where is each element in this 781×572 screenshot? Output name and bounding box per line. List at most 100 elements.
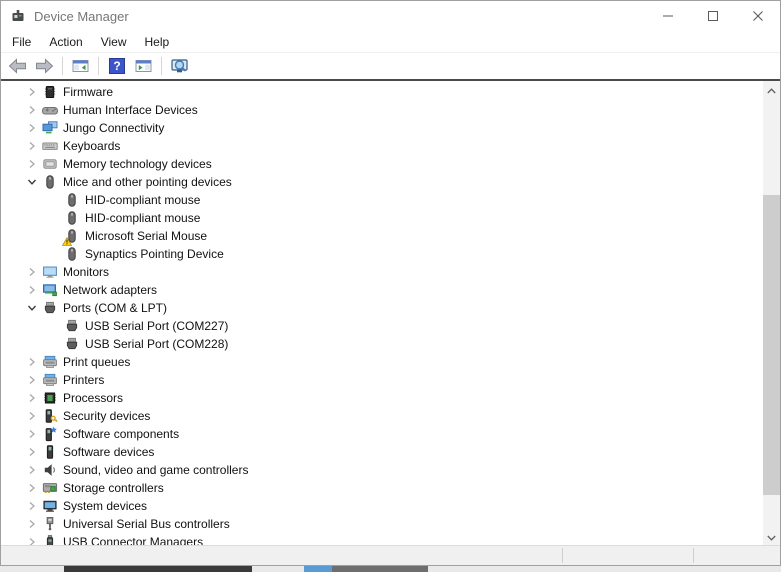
- chevron-collapsed-icon[interactable]: [23, 137, 41, 155]
- chevron-collapsed-icon[interactable]: [23, 515, 41, 533]
- show-action-pane-icon[interactable]: [130, 54, 157, 78]
- chevron-collapsed-icon[interactable]: [23, 533, 41, 545]
- tree-item[interactable]: Software devices: [1, 443, 763, 461]
- tree-item[interactable]: HID-compliant mouse: [1, 191, 763, 209]
- chevron-collapsed-icon[interactable]: [23, 425, 41, 443]
- tree-item-label: Network adapters: [63, 283, 157, 297]
- tree-item[interactable]: Security devices: [1, 407, 763, 425]
- menu-file[interactable]: File: [3, 32, 40, 52]
- tree-item[interactable]: Storage controllers: [1, 479, 763, 497]
- toolbar-separator: [98, 57, 99, 75]
- vertical-scrollbar[interactable]: [763, 81, 780, 545]
- speaker-icon: [41, 462, 59, 478]
- chevron-collapsed-icon[interactable]: [23, 263, 41, 281]
- minimize-button[interactable]: [645, 1, 690, 31]
- mouse-icon: [63, 228, 81, 244]
- chevron-collapsed-icon[interactable]: [23, 461, 41, 479]
- back-icon[interactable]: [4, 54, 31, 78]
- chevron-collapsed-icon[interactable]: [23, 443, 41, 461]
- chevron-collapsed-icon[interactable]: [23, 479, 41, 497]
- tree-item[interactable]: Monitors: [1, 263, 763, 281]
- chevron-collapsed-icon[interactable]: [23, 407, 41, 425]
- chevron-collapsed-icon[interactable]: [23, 281, 41, 299]
- tree-item[interactable]: Software components: [1, 425, 763, 443]
- computer-icon: [41, 498, 59, 514]
- titlebar[interactable]: Device Manager: [1, 1, 780, 31]
- tree-item-label: Printers: [63, 373, 104, 387]
- tree-item[interactable]: Synaptics Pointing Device: [1, 245, 763, 263]
- tree-item-label: Software devices: [63, 445, 154, 459]
- tree-item-label: Human Interface Devices: [63, 103, 198, 117]
- maximize-button[interactable]: [690, 1, 735, 31]
- background-window-fragment: [304, 566, 332, 572]
- chevron-spacer: [45, 317, 63, 335]
- forward-icon[interactable]: [31, 54, 58, 78]
- tree-item-label: Monitors: [63, 265, 109, 279]
- chevron-collapsed-icon[interactable]: [23, 155, 41, 173]
- chevron-expanded-icon[interactable]: [23, 173, 41, 191]
- background-window-fragment: [64, 566, 252, 572]
- tree-item[interactable]: USB Serial Port (COM227): [1, 317, 763, 335]
- tree-item[interactable]: Memory technology devices: [1, 155, 763, 173]
- serial-port-icon: [41, 300, 59, 316]
- tree-item[interactable]: Microsoft Serial Mouse: [1, 227, 763, 245]
- scan-hardware-changes-icon[interactable]: [166, 54, 193, 78]
- memory-card-icon: [41, 156, 59, 172]
- chevron-expanded-icon[interactable]: [23, 299, 41, 317]
- scrollbar-thumb[interactable]: [763, 195, 780, 495]
- chevron-collapsed-icon[interactable]: [23, 353, 41, 371]
- chevron-collapsed-icon[interactable]: [23, 83, 41, 101]
- scroll-up-button[interactable]: [763, 81, 780, 98]
- tree-item[interactable]: Printers: [1, 371, 763, 389]
- close-button[interactable]: [735, 1, 780, 31]
- minimize-icon: [663, 9, 673, 24]
- tree-item[interactable]: Universal Serial Bus controllers: [1, 515, 763, 533]
- tree-item-label: USB Serial Port (COM228): [85, 337, 228, 351]
- tree-item[interactable]: Ports (COM & LPT): [1, 299, 763, 317]
- tree-item-label: Ports (COM & LPT): [63, 301, 167, 315]
- show-console-tree-icon[interactable]: [67, 54, 94, 78]
- usb-device-icon: [41, 534, 59, 545]
- tree-item-label: System devices: [63, 499, 147, 513]
- chevron-collapsed-icon[interactable]: [23, 497, 41, 515]
- tree-item[interactable]: Jungo Connectivity: [1, 119, 763, 137]
- tree-item[interactable]: USB Serial Port (COM228): [1, 335, 763, 353]
- tree-item[interactable]: Mice and other pointing devices: [1, 173, 763, 191]
- menu-view[interactable]: View: [92, 32, 136, 52]
- scroll-down-button[interactable]: [763, 528, 780, 545]
- chevron-spacer: [45, 191, 63, 209]
- device-icon: [41, 444, 59, 460]
- menu-action[interactable]: Action: [40, 32, 91, 52]
- dual-monitor-icon: [41, 120, 59, 136]
- tree-item[interactable]: USB Connector Managers: [1, 533, 763, 545]
- tree-item-label: Print queues: [63, 355, 130, 369]
- tree-item-label: USB Serial Port (COM227): [85, 319, 228, 333]
- tree-item[interactable]: Keyboards: [1, 137, 763, 155]
- tree-item[interactable]: Print queues: [1, 353, 763, 371]
- chevron-down-icon: [767, 529, 776, 544]
- printer-icon: [41, 372, 59, 388]
- chevron-collapsed-icon[interactable]: [23, 371, 41, 389]
- chevron-collapsed-icon[interactable]: [23, 119, 41, 137]
- tree-item[interactable]: System devices: [1, 497, 763, 515]
- menu-help[interactable]: Help: [136, 32, 179, 52]
- tree-item[interactable]: Human Interface Devices: [1, 101, 763, 119]
- tree-item-label: Universal Serial Bus controllers: [63, 517, 230, 531]
- monitor-icon: [41, 264, 59, 280]
- printer-icon: [41, 354, 59, 370]
- tree-item[interactable]: HID-compliant mouse: [1, 209, 763, 227]
- processor-icon: [41, 390, 59, 406]
- tree-item[interactable]: Sound, video and game controllers: [1, 461, 763, 479]
- tree-item-label: Microsoft Serial Mouse: [85, 229, 207, 243]
- help-icon[interactable]: ?: [103, 54, 130, 78]
- tree-item-label: Storage controllers: [63, 481, 164, 495]
- mouse-icon: [63, 246, 81, 262]
- keyboard-icon: [41, 138, 59, 154]
- device-key-icon: [41, 408, 59, 424]
- tree-item[interactable]: Processors: [1, 389, 763, 407]
- chevron-collapsed-icon[interactable]: [23, 389, 41, 407]
- tree-item[interactable]: Network adapters: [1, 281, 763, 299]
- tree-item[interactable]: Firmware: [1, 83, 763, 101]
- chevron-collapsed-icon[interactable]: [23, 101, 41, 119]
- device-manager-app-icon: [10, 8, 26, 24]
